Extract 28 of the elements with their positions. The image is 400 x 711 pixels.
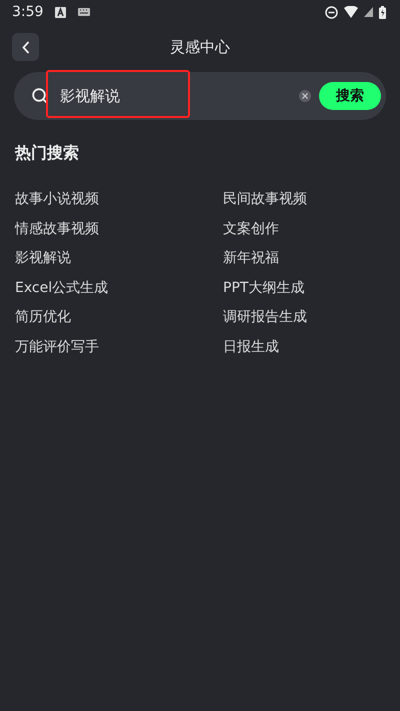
hot-search-link[interactable]: 简历优化	[15, 307, 223, 328]
hot-search-link[interactable]: 调研报告生成	[223, 307, 385, 328]
hot-search-link[interactable]: 情感故事视频	[15, 218, 223, 239]
chevron-left-icon	[22, 40, 30, 54]
back-button[interactable]	[12, 33, 39, 61]
search-icon	[32, 88, 48, 104]
hot-search-link[interactable]: 民间故事视频	[223, 189, 385, 210]
clear-button[interactable]	[299, 90, 311, 102]
status-time: 3:59	[12, 4, 44, 20]
wifi-icon	[344, 6, 358, 18]
keyboard-icon	[78, 8, 90, 16]
hot-search-link[interactable]: 文案创作	[223, 218, 385, 239]
close-icon	[302, 93, 308, 99]
hot-search-link[interactable]: PPT大纲生成	[223, 278, 385, 298]
hot-search-link[interactable]: 新年祝福	[223, 248, 385, 268]
hot-search-link[interactable]: 日报生成	[223, 336, 385, 357]
signal-icon	[364, 7, 373, 17]
page-title: 灵感中心	[170, 38, 230, 56]
search-button[interactable]: 搜索	[319, 82, 381, 110]
hot-search-link[interactable]: 故事小说视频	[15, 189, 223, 210]
section-title: 热门搜索	[15, 143, 80, 164]
hot-search-link[interactable]: Excel公式生成	[15, 278, 223, 298]
do-not-disturb-icon	[325, 6, 338, 18]
battery-icon	[379, 6, 386, 18]
hot-search-link[interactable]: 万能评价写手	[15, 336, 223, 357]
hot-search-link[interactable]: 影视解说	[15, 248, 223, 268]
search-field[interactable]: 影视解说 搜索	[14, 72, 386, 120]
keyboard-letter-icon	[55, 6, 66, 18]
